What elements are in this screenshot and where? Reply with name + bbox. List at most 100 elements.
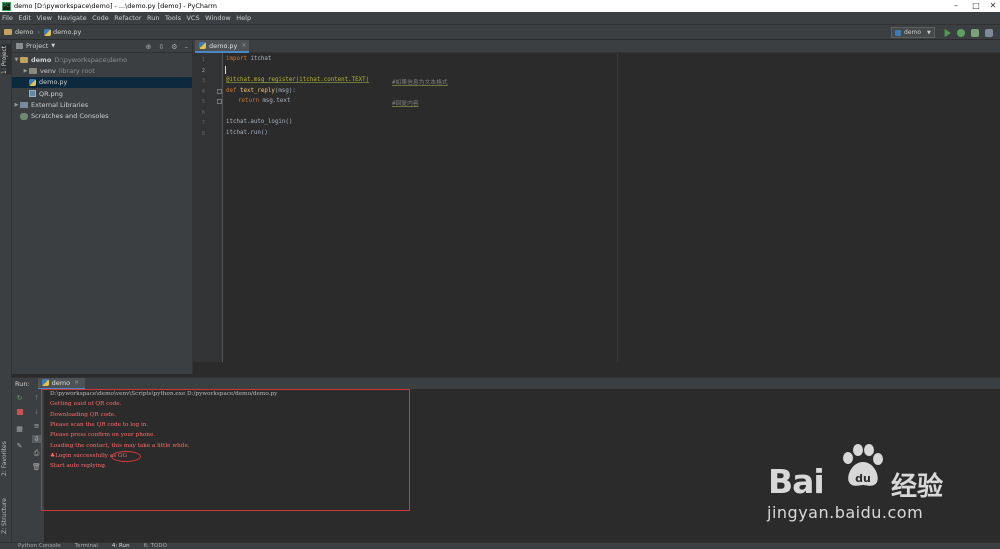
collapsed-arrow-icon[interactable]: ▶	[22, 68, 29, 74]
run-config-select[interactable]: demo ▼	[891, 27, 935, 38]
stop-icon[interactable]	[16, 409, 23, 415]
menu-file[interactable]: File	[2, 14, 13, 22]
project-panel: Project ▼ ⊕ ⇳ ⚙ – ▼ demo D:\pyworkspace\…	[12, 40, 193, 374]
gear-icon[interactable]: ⚙	[171, 43, 177, 51]
line-number: 1	[201, 57, 205, 63]
code-keyword: return	[238, 98, 259, 104]
fold-icon[interactable]	[217, 89, 222, 94]
hide-icon[interactable]: –	[185, 43, 189, 51]
code-line-4: def text_reply(msg):	[226, 88, 296, 94]
breadcrumb-project[interactable]: demo	[15, 28, 33, 36]
menu-view[interactable]: View	[36, 14, 51, 22]
window-title: demo [D:\pyworkspace\demo] - ...\demo.py…	[14, 2, 217, 10]
menu-edit[interactable]: Edit	[18, 14, 31, 22]
text-cursor	[225, 66, 226, 74]
line-number: 4	[201, 88, 205, 95]
watermark-brand: Bai	[768, 462, 825, 501]
code-comment: #如果信息为文本格式	[392, 80, 448, 86]
tab-project[interactable]: 1: Project	[1, 44, 11, 74]
down-arrow-icon[interactable]: ↓	[32, 408, 41, 416]
tab-structure[interactable]: Z: Structure	[1, 490, 11, 534]
fold-icon[interactable]	[217, 99, 222, 104]
project-panel-title[interactable]: Project	[26, 42, 48, 50]
python-file-icon	[29, 78, 36, 86]
stop-all-icon[interactable]	[985, 29, 993, 37]
tab-todo[interactable]: 6: TODO	[144, 543, 167, 549]
right-margin-guide	[617, 53, 618, 362]
minimize-button[interactable]: –	[946, 0, 966, 12]
watermark-url: jingyan.baidu.com	[767, 503, 924, 522]
project-panel-header: Project ▼ ⊕ ⇳ ⚙ –	[12, 40, 192, 53]
tab-demo-py[interactable]: demo.py ×	[195, 40, 249, 53]
watermark-brand-cn: 经验	[891, 472, 944, 502]
code-line-1: import itchat	[226, 56, 271, 62]
code-line-3: @itchat.msg_register(itchat.content.TEXT…	[226, 77, 448, 86]
collapse-icon[interactable]: ⇳	[158, 43, 164, 51]
print-icon[interactable]: ⎙	[32, 449, 41, 457]
menu-tools[interactable]: Tools	[165, 14, 181, 22]
editor-scrollbar[interactable]	[992, 53, 1000, 362]
soft-wrap-icon[interactable]: ≡	[32, 422, 41, 430]
trash-icon[interactable]: 🗑	[32, 463, 41, 471]
menu-help[interactable]: Help	[236, 14, 251, 22]
rerun-icon[interactable]: ↻	[15, 394, 24, 402]
tree-item-external-libraries[interactable]: ▶ External Libraries	[12, 99, 192, 110]
menu-code[interactable]: Code	[92, 14, 109, 22]
menu-navigate[interactable]: Navigate	[57, 14, 86, 22]
tab-run[interactable]: 4: Run	[112, 543, 130, 549]
menu-run[interactable]: Run	[147, 14, 159, 22]
line-number-gutter: 1 2 3 4 5 6 7 8	[193, 53, 223, 362]
scroll-to-end-icon[interactable]: ⇩	[32, 435, 41, 443]
breadcrumb-file[interactable]: demo.py	[53, 28, 81, 36]
tree-item-label: QR.png	[39, 89, 63, 98]
run-icon[interactable]	[944, 29, 951, 37]
left-tool-stripe: 1: Project 2: Favorites Z: Structure	[0, 40, 12, 549]
code-keyword: import	[226, 56, 247, 62]
code-comment: #回复内容	[392, 101, 419, 107]
locate-icon[interactable]: ⊕	[145, 43, 151, 51]
pin-icon[interactable]: ✎	[15, 442, 24, 450]
tree-item-demo-py[interactable]: demo.py	[12, 76, 192, 88]
tab-python-console[interactable]: Python Console	[18, 543, 61, 549]
run-panel-label: Run:	[15, 379, 30, 388]
tree-item-scratches[interactable]: Scratches and Consoles	[12, 110, 192, 121]
debug-icon[interactable]	[957, 29, 965, 37]
menu-refactor[interactable]: Refactor	[114, 14, 141, 22]
tree-item-label: demo.py	[39, 78, 68, 87]
run-panel-header: Run: demo ×	[12, 377, 1000, 390]
svg-text:du: du	[855, 472, 871, 485]
close-icon[interactable]: ×	[74, 379, 79, 386]
library-icon	[20, 101, 28, 108]
tree-item-demo[interactable]: ▼ demo D:\pyworkspace\demo	[12, 54, 192, 65]
tree-item-label: External Libraries	[31, 100, 89, 109]
collapsed-arrow-icon[interactable]: ▶	[13, 102, 20, 108]
menu-vcs[interactable]: VCS	[186, 14, 199, 22]
bottom-tool-bar: Python Console Terminal 4: Run 6: TODO	[0, 542, 1000, 549]
line-number: 2	[201, 67, 205, 74]
editor-tab-bar: demo.py ×	[193, 40, 1000, 53]
breadcrumb: demo › demo.py	[4, 28, 81, 36]
close-button[interactable]: ✕	[983, 0, 1000, 12]
code-decorator: @itchat.msg_register(itchat.content.TEXT…	[226, 77, 370, 83]
expanded-arrow-icon[interactable]: ▼	[13, 57, 20, 63]
run-tab-demo[interactable]: demo ×	[37, 377, 86, 390]
line-number: 7	[201, 120, 205, 126]
close-icon[interactable]: ×	[241, 42, 246, 49]
tab-favorites[interactable]: 2: Favorites	[1, 436, 11, 476]
up-arrow-icon[interactable]: ↑	[32, 394, 41, 402]
coverage-icon[interactable]	[971, 29, 979, 37]
code-editor[interactable]: import itchat @itchat.msg_register(itcha…	[223, 53, 1000, 362]
tree-item-hint: D:\pyworkspace\demo	[54, 55, 128, 64]
tree-item-label: venv	[40, 66, 56, 75]
scratches-icon	[20, 112, 28, 120]
chevron-down-icon[interactable]: ▼	[51, 43, 55, 49]
python-file-icon	[41, 379, 49, 386]
tab-terminal[interactable]: Terminal	[75, 543, 98, 549]
tree-item-qr-png[interactable]: QR.png	[12, 88, 192, 99]
layout-icon[interactable]: ▦	[15, 425, 24, 433]
code-text: msg.text	[258, 98, 291, 104]
tree-item-venv[interactable]: ▶ venv library root	[12, 65, 192, 76]
code-text: (msg):	[274, 87, 296, 94]
code-line-5: return msg.text #回复内容	[238, 98, 419, 107]
menu-window[interactable]: Window	[205, 14, 231, 22]
